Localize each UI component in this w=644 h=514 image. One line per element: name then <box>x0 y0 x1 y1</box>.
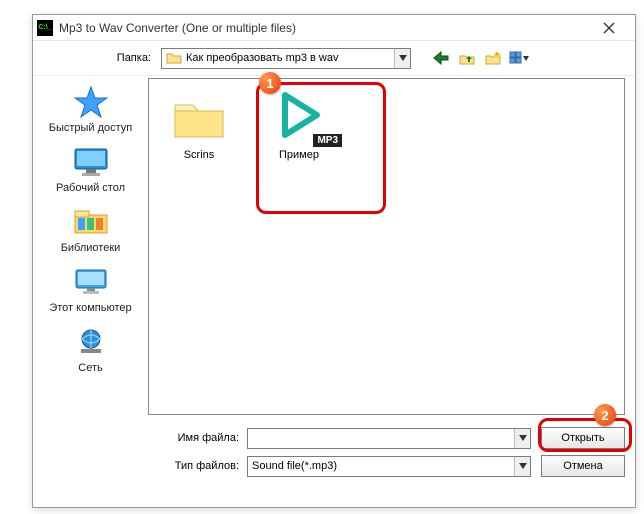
open-button[interactable]: Открыть <box>541 427 625 449</box>
place-label: Сеть <box>35 362 146 374</box>
folder-bar: Папка: Как преобразовать mp3 в wav <box>33 41 635 75</box>
folder-value: Как преобразовать mp3 в wav <box>186 52 394 64</box>
place-desktop[interactable]: Рабочий стол <box>35 142 146 200</box>
network-icon <box>73 327 109 357</box>
filetype-combobox[interactable]: Sound file(*.mp3) <box>247 456 531 477</box>
folder-dropdown[interactable]: Как преобразовать mp3 в wav <box>161 48 411 69</box>
place-libraries[interactable]: Библиотеки <box>35 202 146 260</box>
folder-label: Папка: <box>105 52 155 64</box>
back-arrow-icon <box>433 51 449 65</box>
filename-combobox[interactable] <box>247 428 531 449</box>
folder-icon <box>166 50 182 66</box>
close-button[interactable] <box>589 17 629 39</box>
view-menu-button[interactable] <box>509 48 529 68</box>
place-label: Быстрый доступ <box>35 122 146 134</box>
place-label: Рабочий стол <box>35 182 146 194</box>
close-icon <box>603 22 615 34</box>
mp3-badge: MP3 <box>313 134 342 147</box>
place-quick-access[interactable]: Быстрый доступ <box>35 82 146 140</box>
quick-access-icon <box>74 85 108 119</box>
file-list[interactable]: Scrins MP3 Пример <box>148 78 625 415</box>
chevron-down-icon <box>514 429 530 448</box>
folder-icon <box>172 93 226 141</box>
file-label: Scrins <box>159 149 239 161</box>
view-menu-icon <box>509 51 529 65</box>
place-this-pc[interactable]: Этот компьютер <box>35 262 146 320</box>
folder-toolbar <box>431 48 529 68</box>
up-folder-button[interactable] <box>457 48 477 68</box>
filetype-value: Sound file(*.mp3) <box>248 460 514 472</box>
filetype-label: Тип файлов: <box>159 460 247 472</box>
file-open-dialog: C:\_ Mp3 to Wav Converter (One or multip… <box>32 14 636 508</box>
filename-label: Имя файла: <box>159 432 247 444</box>
back-button[interactable] <box>431 48 451 68</box>
dialog-body: Быстрый доступ Рабочий стол <box>33 75 635 421</box>
chevron-down-icon <box>514 457 530 476</box>
chevron-down-icon <box>394 49 410 68</box>
place-label: Этот компьютер <box>35 302 146 314</box>
cancel-button[interactable]: Отмена <box>541 455 625 477</box>
up-folder-icon <box>459 51 475 65</box>
places-bar: Быстрый доступ Рабочий стол <box>33 76 148 421</box>
new-folder-icon <box>485 51 501 65</box>
place-network[interactable]: Сеть <box>35 322 146 380</box>
window-title: Mp3 to Wav Converter (One or multiple fi… <box>59 21 589 35</box>
file-item-primer[interactable]: MP3 Пример <box>259 89 339 161</box>
desktop-icon <box>73 147 109 177</box>
libraries-icon <box>72 207 110 237</box>
new-folder-button[interactable] <box>483 48 503 68</box>
file-label: Пример <box>259 149 339 161</box>
titlebar: C:\_ Mp3 to Wav Converter (One or multip… <box>33 15 635 41</box>
bottom-panel: Имя файла: Открыть Тип файлов: Sound fil… <box>33 421 635 489</box>
app-icon: C:\_ <box>37 20 53 36</box>
file-item-scrins[interactable]: Scrins <box>159 89 239 161</box>
this-pc-icon <box>73 267 109 297</box>
place-label: Библиотеки <box>35 242 146 254</box>
